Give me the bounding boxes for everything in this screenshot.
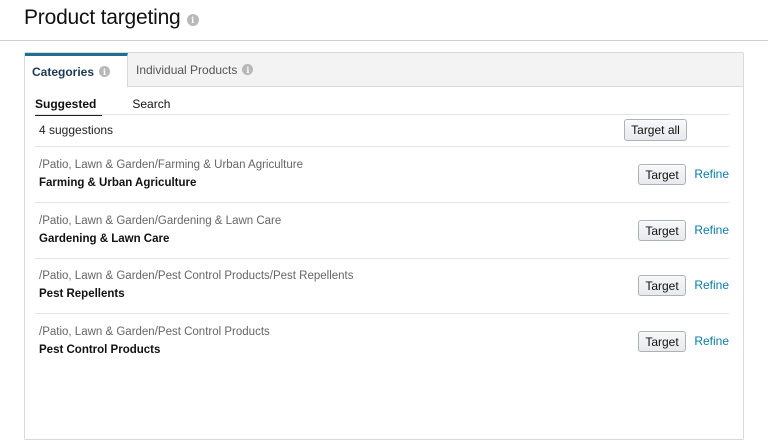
target-all-button[interactable]: Target all xyxy=(624,119,687,141)
target-button[interactable]: Target xyxy=(638,331,686,352)
suggestion-row: /Patio, Lawn & Garden/Pest Control Produ… xyxy=(39,258,729,312)
suggestion-row: /Patio, Lawn & Garden/Gardening & Lawn C… xyxy=(39,203,729,257)
refine-link[interactable]: Refine xyxy=(694,223,729,237)
tab-individual-products[interactable]: Individual Products i xyxy=(128,53,263,86)
refine-link[interactable]: Refine xyxy=(694,167,729,181)
tab-bar: Categories i Individual Products i xyxy=(25,53,743,87)
category-name: Pest Control Products xyxy=(39,344,161,356)
refine-link[interactable]: Refine xyxy=(694,334,729,348)
suggestion-row: /Patio, Lawn & Garden/Pest Control Produ… xyxy=(39,314,729,368)
category-path: /Patio, Lawn & Garden/Pest Control Produ… xyxy=(39,326,270,338)
target-button[interactable]: Target xyxy=(638,220,686,241)
tab-label: Individual Products xyxy=(136,62,238,77)
info-icon[interactable]: i xyxy=(186,14,199,26)
refine-link[interactable]: Refine xyxy=(694,278,729,292)
targeting-panel: Categories i Individual Products i Sugge… xyxy=(24,52,744,440)
category-path: /Patio, Lawn & Garden/Pest Control Produ… xyxy=(39,270,354,282)
target-button[interactable]: Target xyxy=(638,275,686,296)
category-path: /Patio, Lawn & Garden/Gardening & Lawn C… xyxy=(39,215,282,227)
info-icon[interactable]: i xyxy=(99,66,111,77)
tab-label: Categories xyxy=(32,64,95,79)
category-name: Gardening & Lawn Care xyxy=(39,233,170,245)
category-path: /Patio, Lawn & Garden/Farming & Urban Ag… xyxy=(39,159,303,171)
info-icon[interactable]: i xyxy=(242,64,254,75)
suggestions-header: 4 suggestions Target all xyxy=(39,116,729,146)
divider xyxy=(35,114,729,115)
target-button[interactable]: Target xyxy=(638,164,686,185)
header-divider xyxy=(0,40,768,41)
category-name: Farming & Urban Agriculture xyxy=(39,177,197,189)
suggestions-count: 4 suggestions xyxy=(39,123,114,137)
page-title-text: Product targeting xyxy=(24,6,181,29)
tab-categories[interactable]: Categories i xyxy=(25,53,128,87)
page-title: Product targeting i xyxy=(24,6,199,30)
suggestion-row: /Patio, Lawn & Garden/Farming & Urban Ag… xyxy=(39,147,729,201)
category-name: Pest Repellents xyxy=(39,288,125,300)
